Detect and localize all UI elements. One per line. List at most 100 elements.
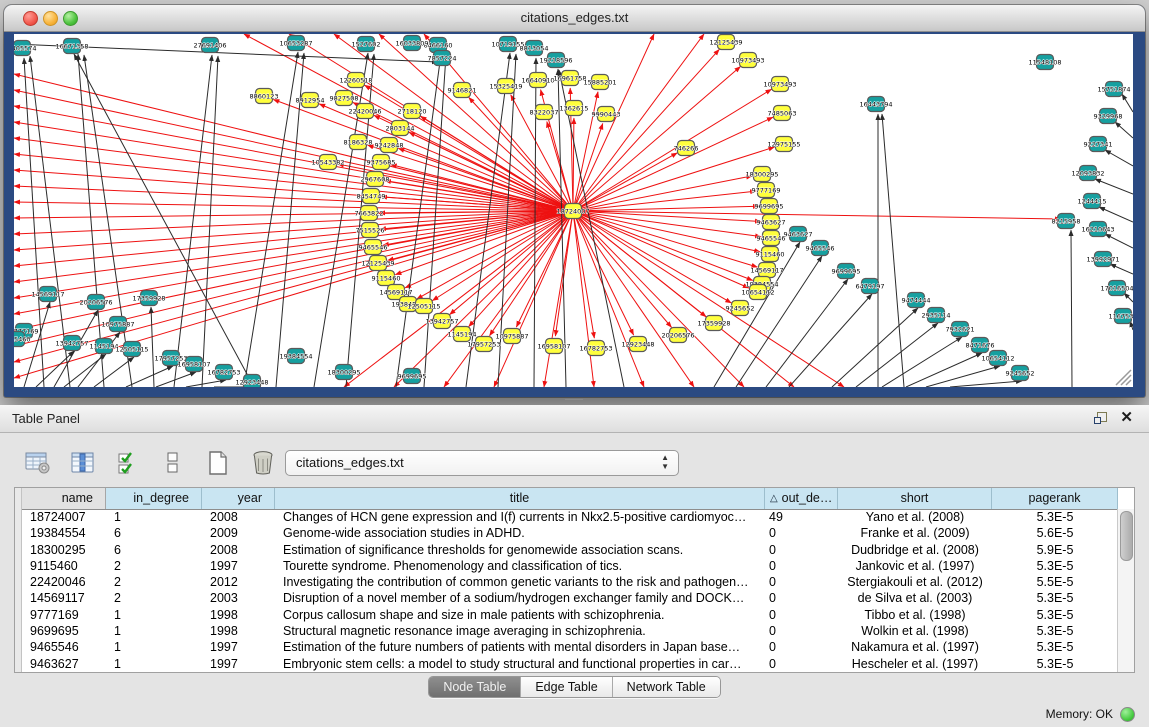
column-header-short[interactable]: short: [838, 488, 992, 509]
scrollbar-thumb[interactable]: [1120, 511, 1133, 561]
cell-short: Tibbo et al. (1998): [838, 607, 992, 623]
table-row[interactable]: 977716911998Corpus callosum shape and si…: [22, 607, 1118, 623]
graph-node-label: 746266: [674, 144, 699, 152]
graph-node-label: 9329968: [1094, 112, 1123, 120]
graph-node-label: 16782753: [207, 368, 240, 376]
cell-pagerank: 5.3E-5: [992, 590, 1118, 606]
cell-title: Investigating the contribution of common…: [275, 574, 765, 590]
cell-title: Tourette syndrome. Phenomenology and cla…: [275, 558, 765, 574]
select-all-columns-icon[interactable]: [114, 449, 142, 477]
graph-node-label: 9245652: [1006, 369, 1035, 377]
table-row[interactable]: 1938455462009Genome-wide association stu…: [22, 525, 1118, 541]
cell-title: Estimation of significance thresholds fo…: [275, 542, 765, 558]
graph-node-label: 9699695: [398, 372, 427, 380]
graph-node-label: 10975887: [101, 320, 134, 328]
table-row[interactable]: 1456911722003Disruption of a novel membe…: [22, 590, 1118, 606]
table-row[interactable]: 969969511998Structural magnetic resonanc…: [22, 623, 1118, 639]
tab-network-table[interactable]: Network Table: [613, 677, 720, 697]
graph-node-label: 17957253: [467, 340, 500, 348]
cell-short: Franke et al. (2009): [838, 525, 992, 541]
graph-node-label: 9465546: [806, 244, 835, 252]
graph-node-label: 6479197: [856, 282, 885, 290]
cell-in_degree: 1: [106, 623, 202, 639]
graph-edge: [14, 211, 573, 298]
column-header-in_degree[interactable]: in_degree: [106, 488, 202, 509]
column-header-year[interactable]: year: [202, 488, 275, 509]
graph-edge: [174, 55, 212, 387]
graph-node-label: 16443794: [859, 100, 892, 108]
graph-edge: [469, 211, 573, 327]
graph-node-label: 12125439: [361, 259, 394, 267]
graph-node-label: 8186328: [344, 138, 373, 146]
graph-node-label: 8215958: [1052, 217, 1081, 225]
graph-node-label: 12923448: [621, 340, 654, 348]
column-header-pagerank[interactable]: pagerank: [992, 488, 1118, 509]
cell-in_degree: 1: [106, 509, 202, 525]
table-select-dropdown[interactable]: citations_edges.txt ▲▼: [285, 450, 679, 476]
close-panel-icon[interactable]: ✕: [1120, 409, 1133, 427]
graph-node-label: 15885201: [583, 78, 616, 86]
graph-node-label: 2967608: [361, 175, 390, 183]
cell-year: 1997: [202, 656, 275, 672]
graph-node-label: 12505115: [407, 302, 440, 310]
graph-edge: [156, 372, 196, 387]
column-header-out_de[interactable]: △out_de…: [765, 488, 838, 509]
sort-ascending-icon: △: [770, 490, 778, 506]
graph-edge: [573, 206, 759, 211]
network-window: citations_edges.txt 94055741667135827691…: [4, 5, 1145, 397]
graph-node-label: 9115460: [14, 335, 30, 343]
table-row[interactable]: 2242004622012Investigating the contribut…: [22, 574, 1118, 590]
graph-node-label: 9777169: [752, 186, 781, 194]
table-panel: Table Panel ✕: [0, 405, 1149, 727]
graph-edge: [202, 56, 218, 387]
unselect-all-columns-icon[interactable]: [159, 449, 187, 477]
network-canvas[interactable]: 9405574166713582769140610653287152760264…: [14, 34, 1133, 387]
graph-node-label: 1167533: [1109, 312, 1133, 320]
panel-splitter[interactable]: [0, 397, 1149, 405]
graph-edge: [1122, 94, 1133, 112]
cell-in_degree: 1: [106, 607, 202, 623]
cell-in_degree: 2: [106, 574, 202, 590]
cell-year: 1997: [202, 558, 275, 574]
graph-edge: [344, 211, 573, 387]
table-row[interactable]: 1872400712008Changes of HCN gene express…: [22, 509, 1118, 525]
column-header-title[interactable]: title: [275, 488, 765, 509]
graph-edge: [573, 211, 760, 252]
canvas-resize-grip-icon[interactable]: [1116, 370, 1131, 385]
cell-out_de: 0: [765, 623, 838, 639]
graph-node-label: 9699695: [832, 267, 861, 275]
graph-node-label: 1244415: [1078, 197, 1107, 205]
table-row[interactable]: 946554611997Estimation of the future num…: [22, 639, 1118, 655]
graph-node-label: 14569117: [750, 266, 783, 274]
vertical-scrollbar[interactable]: [1117, 509, 1134, 672]
cell-out_de: 0: [765, 590, 838, 606]
graph-node-label: 10654112: [981, 354, 1014, 362]
graph-node-label: 11548108: [1028, 58, 1061, 66]
table-row[interactable]: 946362711997Embryonic stem cells: a mode…: [22, 656, 1118, 672]
column-visibility-icon[interactable]: [69, 449, 97, 477]
table-row[interactable]: 1830029562008Estimation of significance …: [22, 542, 1118, 558]
create-column-icon[interactable]: [204, 449, 232, 477]
graph-node-label: 16958107: [537, 342, 570, 350]
column-header-name[interactable]: name: [22, 488, 106, 509]
cell-name: 18300295: [22, 542, 106, 558]
table-row[interactable]: 911546021997Tourette syndrome. Phenomeno…: [22, 558, 1118, 574]
window-titlebar[interactable]: citations_edges.txt: [4, 5, 1145, 32]
graph-edge: [714, 242, 800, 387]
cell-year: 1998: [202, 607, 275, 623]
graph-node-label: 19384554: [279, 352, 312, 360]
graph-node-label: 9699695: [755, 202, 784, 210]
float-panel-icon[interactable]: [1094, 412, 1107, 425]
tab-node-table[interactable]: Node Table: [429, 677, 521, 697]
graph-node-label: 9375685: [367, 158, 396, 166]
table-mode-icon[interactable]: [24, 449, 52, 477]
graph-edge: [882, 114, 904, 387]
graph-edge: [736, 256, 822, 387]
graph-node-label: 9115460: [372, 274, 401, 282]
graph-edge: [383, 211, 573, 245]
graph-node-label: 7515526: [356, 226, 385, 234]
tab-edge-table[interactable]: Edge Table: [521, 677, 612, 697]
graph-node-label: 16671358: [55, 42, 88, 50]
delete-column-icon[interactable]: [249, 449, 277, 477]
graph-edge: [573, 211, 731, 303]
